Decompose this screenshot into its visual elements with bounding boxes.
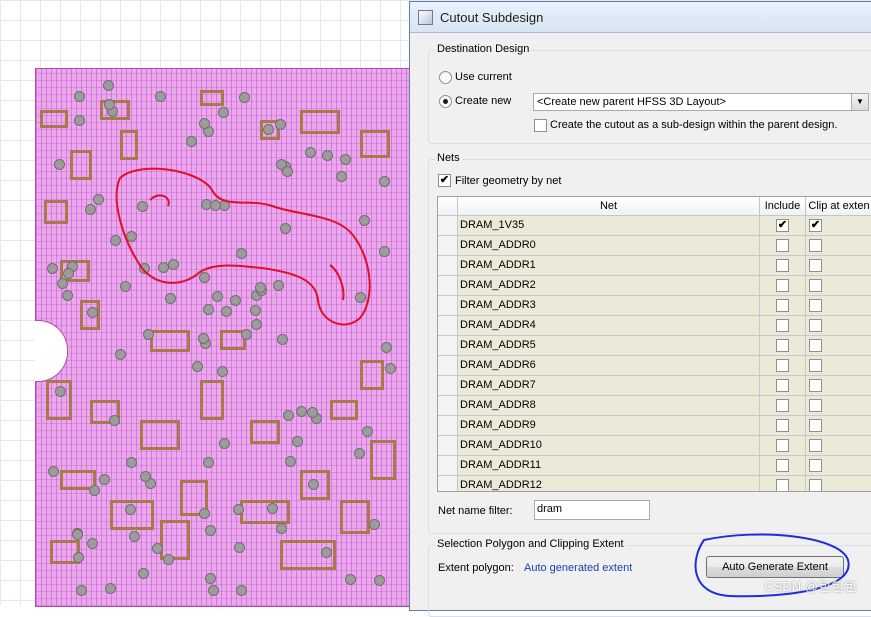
csdn-watermark: CSDN @包包包 xyxy=(764,579,857,594)
blue-annotation-layer xyxy=(694,533,850,598)
